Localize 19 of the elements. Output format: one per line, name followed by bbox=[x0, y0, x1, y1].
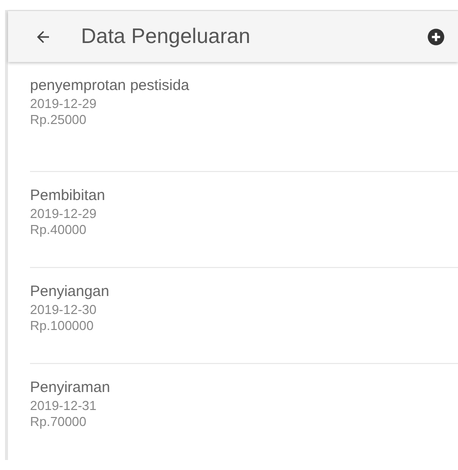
expense-name: Pembibitan bbox=[30, 186, 106, 206]
add-button[interactable] bbox=[426, 26, 446, 46]
expense-item[interactable]: Penyiraman 2019-12-31 Rp.70000 bbox=[30, 364, 458, 460]
add-circle-icon bbox=[427, 28, 445, 46]
expense-amount: Rp.70000 bbox=[30, 414, 88, 430]
expense-name: Penyiangan bbox=[30, 282, 110, 302]
expense-amount: Rp.100000 bbox=[30, 318, 95, 334]
expense-name: penyemprotan pestisida bbox=[30, 76, 190, 96]
expense-date: 2019-12-29 bbox=[30, 96, 98, 112]
expense-name: Penyiraman bbox=[30, 378, 112, 398]
expense-item[interactable]: Pembibitan 2019-12-29 Rp.40000 bbox=[30, 172, 458, 268]
expense-date: 2019-12-30 bbox=[30, 302, 98, 318]
expense-item[interactable]: Penyiangan 2019-12-30 Rp.100000 bbox=[30, 268, 458, 364]
expense-date: 2019-12-29 bbox=[30, 206, 98, 222]
expense-amount: Rp.40000 bbox=[30, 222, 88, 238]
expense-item[interactable]: penyemprotan pestisida 2019-12-29 Rp.25000 bbox=[30, 76, 458, 172]
expense-date: 2019-12-31 bbox=[30, 398, 98, 414]
expense-amount: Rp.25000 bbox=[30, 112, 88, 128]
page-title: Data Pengeluaran bbox=[81, 24, 252, 50]
